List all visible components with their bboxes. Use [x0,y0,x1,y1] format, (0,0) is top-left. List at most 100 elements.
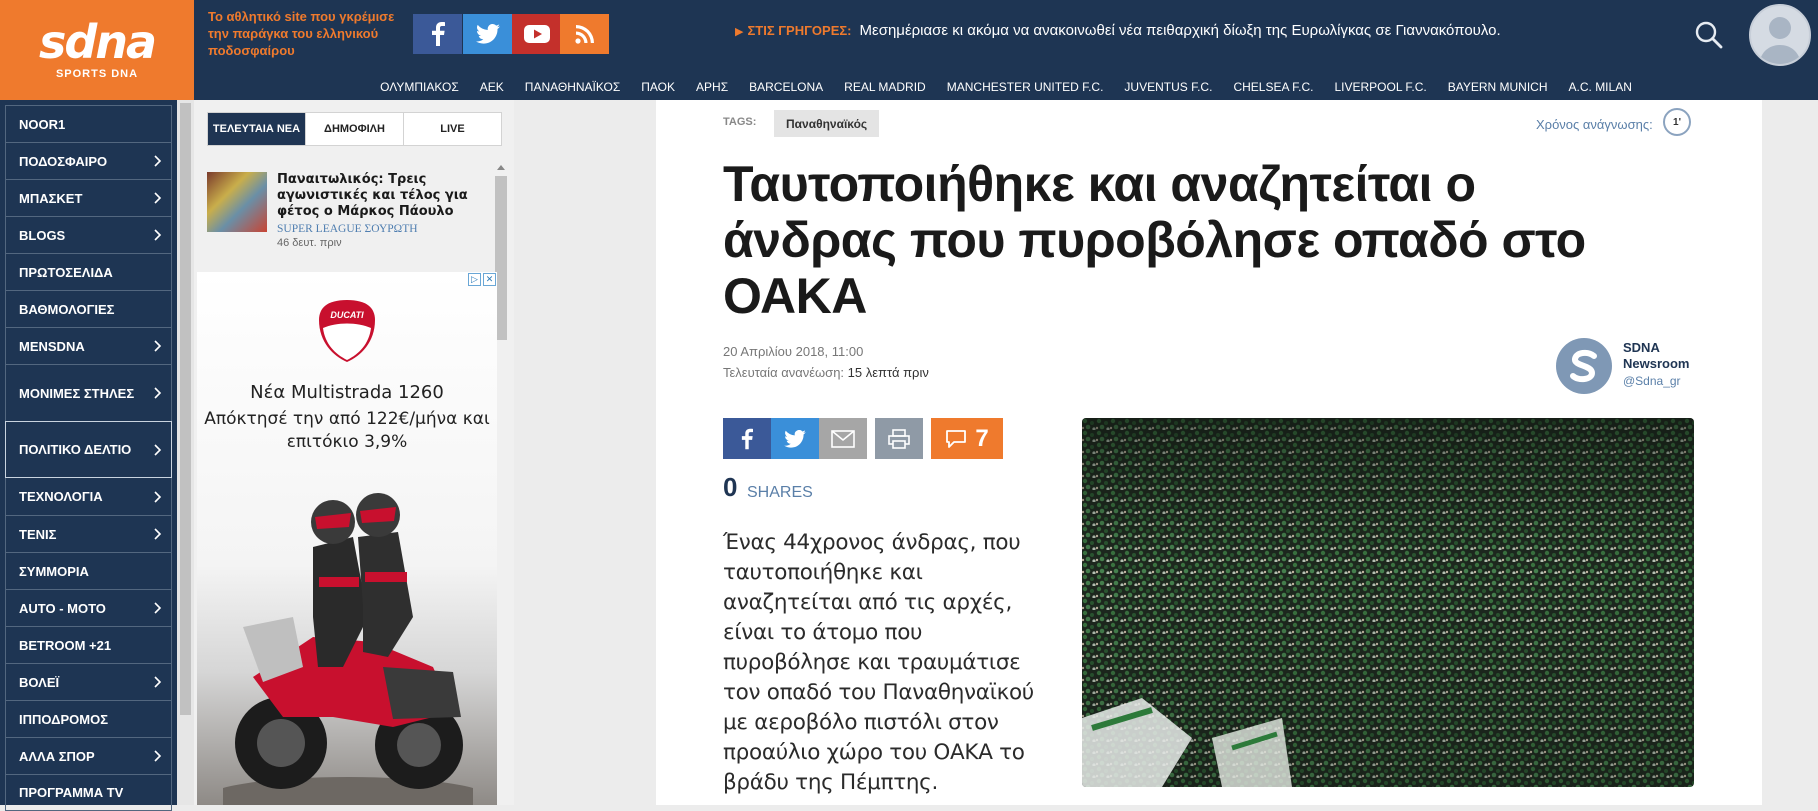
article-main: TAGS: Παναθηναϊκός Χρόνος ανάγνωσης: 1' … [656,100,1762,805]
sidebar-item-βαθμολογιες[interactable]: ΒΑΘΜΟΛΟΓΙΕΣ [5,290,172,327]
club-nav-item[interactable]: A.C. MILAN [1569,80,1632,94]
club-nav-item[interactable]: CHELSEA F.C. [1233,80,1313,94]
comments-button[interactable]: 7 [931,418,1003,459]
scroll-up-arrow-icon[interactable] [497,165,505,170]
sidebar-item-τενις[interactable]: ΤΕΝΙΣ [5,515,172,552]
play-triangle-icon: ▶ [735,26,744,38]
sidebar-item-μπασκετ[interactable]: ΜΠΑΣΚΕΤ [5,179,172,216]
ad-subtitle: Απόκτησέ την από 122€/μήνα και επιτόκιο … [204,409,490,452]
logo-wordmark: sdna [38,15,157,69]
sidebar-item-noor1[interactable]: NOOR1 [5,105,172,142]
sidebar-item-προγραμμα-tv[interactable]: ΠΡΟΓΡΑΜΜΑ TV [5,774,172,811]
site-header: sdna SPORTS DNA Το αθλητικό site που γκρ… [0,0,1818,100]
sidebar-item-label: ΜΠΑΣΚΕΤ [19,190,83,206]
news-thumbnail[interactable] [207,172,267,232]
ad-info-icon[interactable]: ▷ [468,273,481,286]
sidebar-item-label: BETROOM +21 [19,637,112,653]
club-nav-item[interactable]: ΑΡΗΣ [696,80,728,94]
share-twitter-button[interactable] [771,418,819,459]
share-facebook-button[interactable] [723,418,771,459]
club-nav-item[interactable]: BARCELONA [749,80,823,94]
search-icon [1695,21,1723,49]
sidebar-item-label: ΠΟΔΟΣΦΑΙΡΟ [19,153,108,169]
breaking-news-ticker[interactable]: ▶ ΣΤΙΣ ΓΡΗΓΟΡΕΣ: Μεσημέριασε κι ακόμα να α… [735,22,1501,39]
site-logo[interactable]: sdna SPORTS DNA [0,0,194,100]
youtube-button[interactable] [512,14,561,54]
twitter-button[interactable] [463,14,512,54]
rss-button[interactable] [560,14,609,54]
sidebar-item-ιπποδρομος[interactable]: ΙΠΠΟΔΡΟΜΟΣ [5,700,172,737]
ad-headline: Νέα Multistrada 1260 [250,382,444,403]
club-nav-item[interactable]: ΠΑΝΑΘΗΝΑΪΚΟΣ [525,80,620,94]
sidebar-item-ποδοσφαιρο[interactable]: ΠΟΔΟΣΦΑΙΡΟ [5,142,172,179]
article-photo-crowd[interactable] [1082,418,1694,787]
envelope-icon [831,429,855,448]
club-nav-item[interactable]: MANCHESTER UNITED F.C. [947,80,1104,94]
sidebar-item-blogs[interactable]: BLOGS [5,216,172,253]
sidebar-item-πρωτοσελιδα[interactable]: ΠΡΩΤΟΣΕΛΙΔΑ [5,253,172,290]
club-nav-item[interactable]: BAYERN MUNICH [1448,80,1548,94]
sidebar-item-label: ΣΥΜΜΟΡΙΑ [19,563,89,579]
sidebar-item-auto-moto[interactable]: AUTO - MOTO [5,589,172,626]
ad-brand: DUCATI [330,310,364,320]
user-silhouette-icon [1759,17,1801,64]
news-list-item[interactable]: Παναιτωλικός: Τρεις αγωνιστικές και τέλο… [207,172,487,254]
author-handle[interactable]: @Sdna_gr [1623,374,1681,388]
sidebar-item-label: ΑΛΛΑ ΣΠΟΡ [19,748,95,764]
ducati-logo [319,300,375,362]
shares-label: SHARES [747,484,813,501]
club-nav-item[interactable]: ΑΕΚ [480,80,504,94]
scrollbar-thumb[interactable] [180,103,191,715]
sidebar-item-label: ΜΟΝΙΜΕΣ ΣΤΗΛΕΣ [19,385,135,401]
sidebar-item-label: ΠΟΛΙΤΙΚΟ ΔΕΛΤΙΟ [19,442,132,457]
chevron-right-icon [154,443,162,456]
tag-chip[interactable]: Παναθηναϊκός [774,110,880,137]
facebook-button[interactable] [413,14,462,54]
sidebar-item-βολεϊ[interactable]: ΒΟΛΕΪ [5,663,172,700]
tab-popular[interactable]: ΔΗΜΟΦΙΛΗ [306,113,404,145]
print-button[interactable] [875,418,923,459]
sidebar-item-συμμορια[interactable]: ΣΥΜΜΟΡΙΑ [5,552,172,589]
chevron-right-icon [154,528,162,540]
sidebar-item-μονιμες-στηλες[interactable]: ΜΟΝΙΜΕΣ ΣΤΗΛΕΣ [5,364,172,421]
ad-banner[interactable]: ▷ ✕ DUCATI Νέα Multistrada 1260 Απόκτησέ… [197,272,497,805]
club-nav-item[interactable]: ΟΛΥΜΠΙΑΚΟΣ [380,80,459,94]
news-title[interactable]: Παναιτωλικός: Τρεις αγωνιστικές και τέλο… [277,172,487,220]
author-name[interactable]: SDNA Newsroom [1623,340,1703,372]
twitter-icon [475,24,500,44]
sidebar-scrollbar[interactable] [177,100,194,805]
user-avatar[interactable] [1749,4,1811,66]
sidebar-item-πολιτικο-δελτιο[interactable]: ΠΟΛΙΤΙΚΟ ΔΕΛΤΙΟ [5,421,172,478]
ad-controls: ▷ ✕ [468,273,496,286]
sidebar-item-label: NOOR1 [19,116,66,132]
sidebar-item-label: ΤΕΧΝΟΛΟΓΙΑ [19,489,103,504]
news-category[interactable]: SUPER LEAGUE ΣΟΥΡΩΤΗ [277,223,487,235]
club-nav-item[interactable]: ΠΑΟΚ [641,80,675,94]
publish-date: 20 Απριλίου 2018, 11:00 [723,344,864,359]
chevron-right-icon [154,490,162,503]
sidebar-item-betroom-21[interactable]: BETROOM +21 [5,626,172,663]
club-nav-item[interactable]: REAL MADRID [844,80,926,94]
sidebar-item-mensdna[interactable]: MENSDNA [5,327,172,364]
sidebar-item-label: MENSDNA [19,338,85,354]
share-email-button[interactable] [819,418,867,459]
speech-bubble-icon [946,429,967,448]
tags-label: TAGS: [723,116,757,128]
sidebar-item-αλλα-σπορ[interactable]: ΑΛΛΑ ΣΠΟΡ [5,737,172,774]
club-nav-item[interactable]: LIVERPOOL F.C. [1334,80,1426,94]
motorcycle-illustration [223,493,473,805]
chevron-right-icon [154,229,162,241]
ad-close-icon[interactable]: ✕ [483,273,496,286]
tab-latest[interactable]: ΤΕΛΕΥΤΑΙΑ ΝΕΑ [208,113,306,145]
chevron-right-icon [154,602,162,614]
updated-label: Τελευταία ανανέωση: [723,365,845,380]
chevron-right-icon [154,155,162,167]
search-button[interactable] [1694,20,1726,52]
author-avatar[interactable] [1556,338,1612,394]
club-nav-item[interactable]: JUVENTUS F.C. [1124,80,1212,94]
breaking-text[interactable]: Μεσημέριασε κι ακόμα να ανακοινωθεί νέα … [860,22,1501,39]
reading-time-badge: 1' [1663,108,1691,136]
sidebar-item-τεχνολογια[interactable]: ΤΕΧΝΟΛΟΓΙΑ [5,478,172,515]
club-navigation: ΟΛΥΜΠΙΑΚΟΣ ΑΕΚ ΠΑΝΑΘΗΝΑΪΚΟΣ ΠΑΟΚ ΑΡΗΣ BA… [194,74,1818,100]
tab-live[interactable]: LIVE [404,113,501,145]
